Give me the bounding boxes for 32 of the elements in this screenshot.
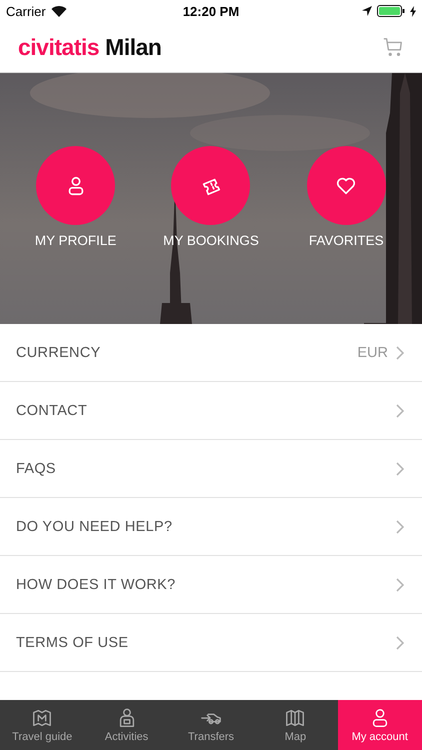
menu-row[interactable]: CONTACT xyxy=(0,382,422,440)
menu-label: FAQS xyxy=(16,460,56,476)
wifi-icon xyxy=(50,5,67,17)
map-icon xyxy=(31,707,54,729)
location-arrow-icon xyxy=(362,6,372,16)
chevron-icon xyxy=(396,520,404,534)
account-shortcut[interactable]: MY BOOKINGS xyxy=(146,146,276,248)
menu-label: TERMS OF USE xyxy=(16,634,128,650)
chevron-icon xyxy=(396,636,404,650)
chevron-icon xyxy=(396,462,404,476)
menu-row[interactable]: TERMS OF USE xyxy=(0,614,422,672)
chevron-icon xyxy=(396,404,404,418)
city-title: Milan xyxy=(105,34,162,60)
map-icon xyxy=(284,707,306,729)
menu-label: HOW DOES IT WORK? xyxy=(16,576,176,592)
carrier-label: Carrier xyxy=(6,4,46,18)
status-time: 12:20 PM xyxy=(182,4,240,18)
menu-value: EUR xyxy=(357,344,388,360)
cart-icon[interactable] xyxy=(382,36,404,58)
chevron-icon xyxy=(396,346,404,360)
brand-logo: civitatis xyxy=(18,34,100,60)
chevron-icon xyxy=(396,578,404,592)
menu-row[interactable]: FAQS xyxy=(0,440,422,498)
menu-row[interactable]: DO YOU NEED HELP? xyxy=(0,498,422,556)
menu-label: CURRENCY xyxy=(16,344,101,360)
tab-bar-item[interactable]: My account xyxy=(338,700,422,750)
menu-label: CONTACT xyxy=(16,402,88,418)
charging-bolt-icon xyxy=(410,6,416,16)
battery-icon xyxy=(377,5,405,17)
menu-label: DO YOU NEED HELP? xyxy=(16,518,172,534)
menu-row[interactable]: HOW DOES IT WORK? xyxy=(0,556,422,614)
menu-row[interactable]: CURRENCY EUR xyxy=(0,324,422,382)
